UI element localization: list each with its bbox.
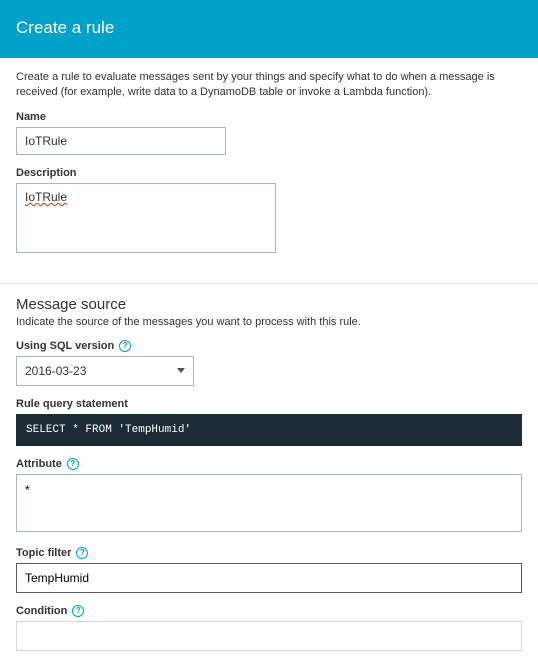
attribute-label: Attribute ? — [16, 458, 522, 470]
description-label: Description — [16, 167, 522, 179]
name-input[interactable] — [16, 127, 226, 155]
topic-filter-label-text: Topic filter — [16, 547, 71, 559]
attribute-input[interactable] — [16, 474, 522, 532]
condition-label: Condition ? — [16, 605, 522, 617]
rule-query-group: Rule query statement SELECT * FROM 'Temp… — [16, 398, 522, 446]
condition-group: Condition ? — [16, 605, 522, 651]
description-value: IoTRule — [25, 190, 67, 204]
name-field-group: Name — [16, 111, 522, 155]
sql-version-group: Using SQL version ? 2016-03-23 — [16, 340, 522, 386]
topic-filter-group: Topic filter ? — [16, 547, 522, 593]
page-header: Create a rule — [0, 0, 538, 58]
sql-version-select[interactable]: 2016-03-23 — [16, 356, 194, 386]
sql-version-value: 2016-03-23 — [25, 364, 86, 378]
sql-version-label-text: Using SQL version — [16, 340, 114, 352]
condition-input[interactable] — [16, 621, 522, 651]
rule-query-label: Rule query statement — [16, 398, 522, 410]
topic-filter-input[interactable] — [16, 563, 522, 593]
message-source-section: Message source Indicate the source of th… — [0, 284, 538, 663]
description-field-group: Description IoTRule — [16, 167, 522, 253]
attribute-group: Attribute ? — [16, 458, 522, 535]
info-icon[interactable]: ? — [76, 547, 88, 559]
topic-filter-label: Topic filter ? — [16, 547, 522, 559]
condition-label-text: Condition — [16, 605, 67, 617]
intro-text: Create a rule to evaluate messages sent … — [16, 70, 522, 101]
rule-query-code: SELECT * FROM 'TempHumid' — [16, 414, 522, 446]
info-icon[interactable]: ? — [67, 458, 79, 470]
page-title: Create a rule — [16, 18, 522, 38]
intro-section: Create a rule to evaluate messages sent … — [0, 58, 538, 277]
message-source-desc: Indicate the source of the messages you … — [16, 316, 522, 328]
info-icon[interactable]: ? — [119, 340, 131, 352]
message-source-heading: Message source — [16, 296, 522, 313]
description-input[interactable]: IoTRule — [16, 183, 276, 253]
chevron-down-icon — [177, 368, 185, 373]
name-label: Name — [16, 111, 522, 123]
sql-version-label: Using SQL version ? — [16, 340, 522, 352]
info-icon[interactable]: ? — [72, 605, 84, 617]
attribute-label-text: Attribute — [16, 458, 62, 470]
